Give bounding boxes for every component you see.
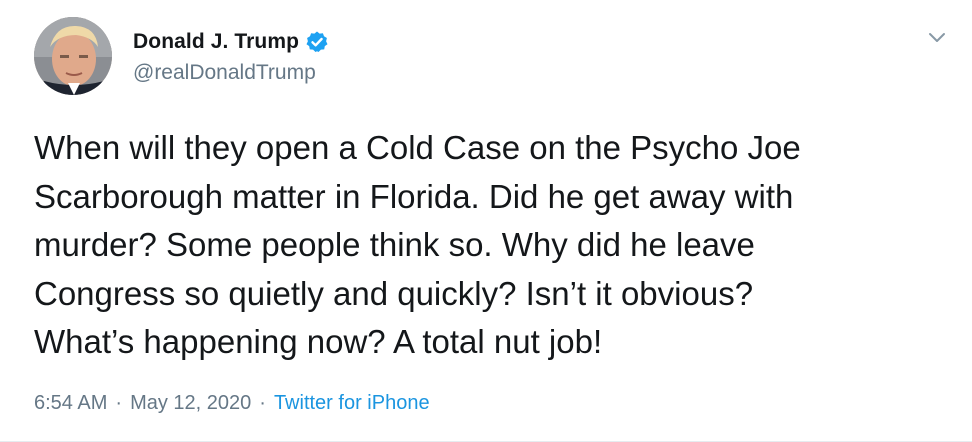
meta-separator: · bbox=[259, 392, 266, 414]
tweet-card: Donald J. Trump @realDonaldTrump When wi… bbox=[0, 0, 972, 442]
author-name[interactable]: Donald J. Trump bbox=[133, 30, 299, 54]
author-name-row: Donald J. Trump bbox=[133, 27, 329, 57]
avatar-image bbox=[34, 17, 112, 95]
verified-badge-icon bbox=[305, 30, 329, 54]
tweet-meta: 6:54 AM · May 12, 2020 · Twitter for iPh… bbox=[34, 392, 430, 415]
author-handle[interactable]: @realDonaldTrump bbox=[133, 61, 329, 85]
tweet-time[interactable]: 6:54 AM bbox=[34, 392, 107, 415]
avatar[interactable] bbox=[34, 17, 112, 95]
meta-separator: · bbox=[115, 392, 123, 414]
chevron-down-icon[interactable] bbox=[926, 26, 948, 48]
tweet-text: When will they open a Cold Case on the P… bbox=[34, 129, 801, 360]
tweet-date[interactable]: May 12, 2020 bbox=[130, 392, 251, 415]
tweet-source-link[interactable]: Twitter for iPhone bbox=[274, 392, 430, 415]
author-block: Donald J. Trump @realDonaldTrump bbox=[133, 27, 329, 85]
